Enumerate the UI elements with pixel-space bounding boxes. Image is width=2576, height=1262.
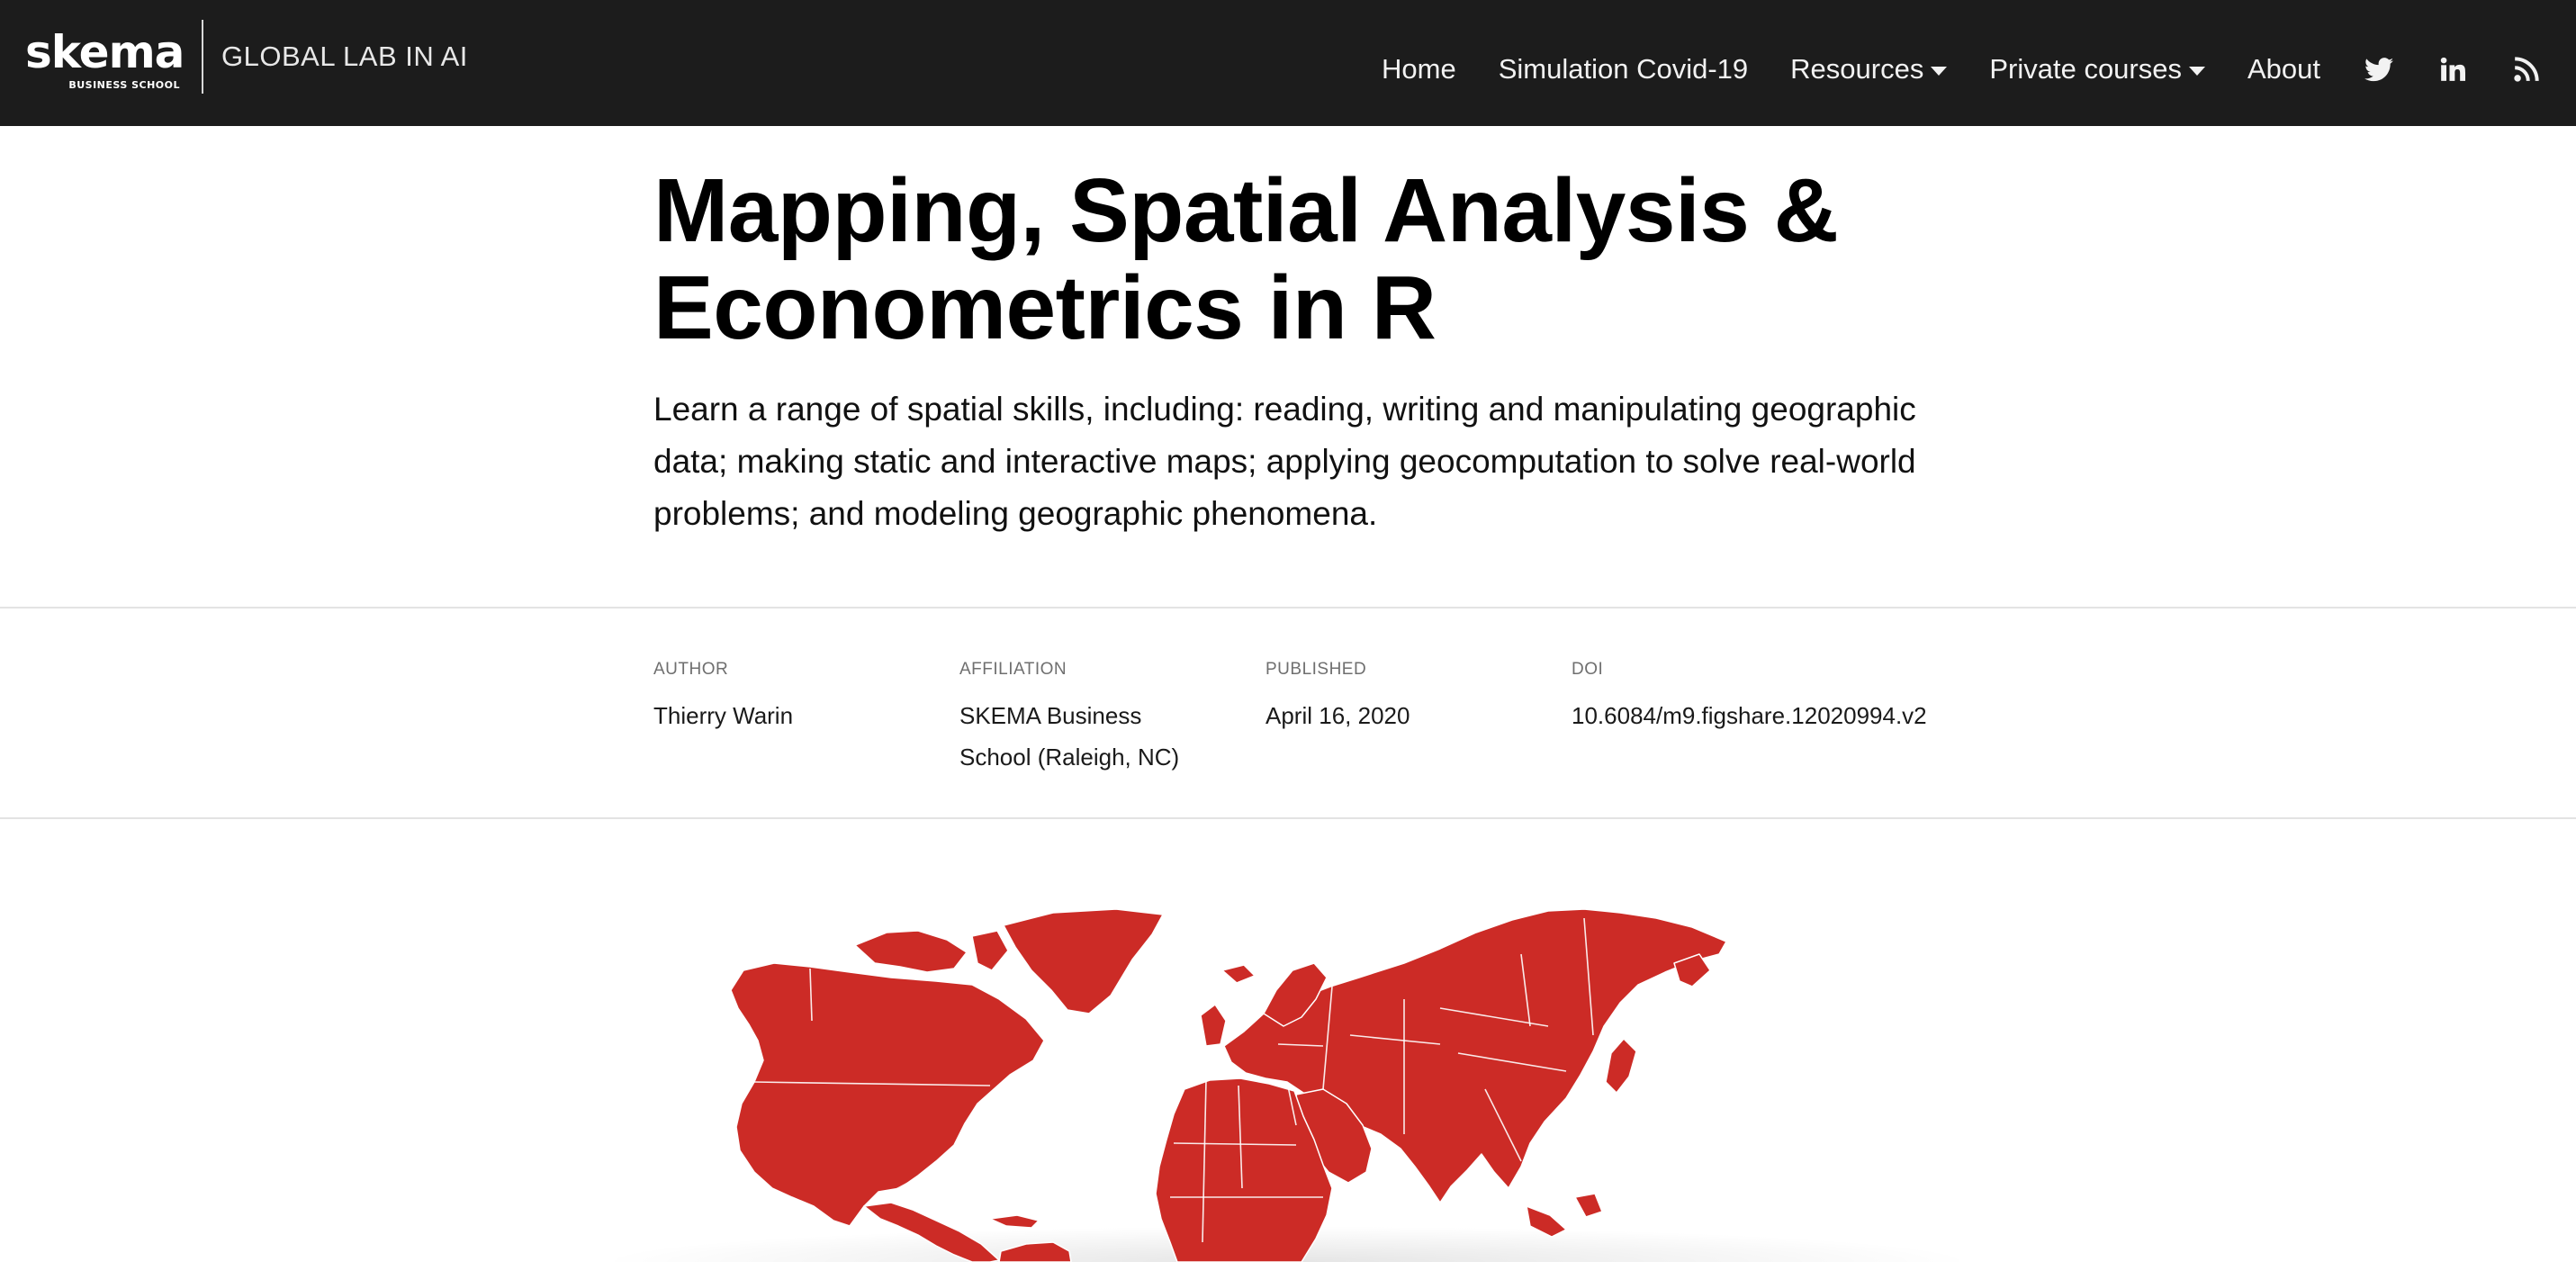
nav-menu: Home Simulation Covid-19 Resources Priva…: [1339, 47, 2542, 92]
meta-published: PUBLISHED April 16, 2020: [1265, 659, 1572, 778]
page-title: Mapping, Spatial Analysis & Econometrics…: [653, 160, 1839, 358]
arctic-islands-shape: [854, 930, 968, 973]
caret-down-icon: [2188, 67, 2205, 76]
meta-label: DOI: [1572, 660, 1604, 679]
meta-affiliation: AFFILIATION SKEMA Business School (Ralei…: [959, 659, 1265, 778]
nav-link-label: Home: [1382, 53, 1456, 85]
meta-doi: DOI 10.6084/m9.figshare.12020994.v2: [1572, 659, 1927, 778]
nav-link-label: Private courses: [1989, 53, 2182, 85]
twitter-icon[interactable]: [2364, 54, 2394, 85]
nav-dropdown-resources[interactable]: Resources: [1790, 53, 1948, 86]
caribbean-shape: [989, 1214, 1040, 1229]
nav-dropdown-private-courses[interactable]: Private courses: [1989, 53, 2205, 86]
doi-link[interactable]: 10.6084/m9.figshare.12020994.v2: [1572, 695, 1927, 736]
uk-shape: [1200, 1004, 1227, 1047]
nav-link-label: Resources: [1790, 53, 1924, 85]
meta-label: PUBLISHED: [1265, 660, 1367, 679]
nav-link-label: About: [2247, 53, 2320, 85]
nav-link-label: Simulation Covid-19: [1498, 53, 1749, 85]
world-map-figure: [0, 819, 2576, 1262]
author-name: Thierry Warin: [653, 702, 794, 729]
site-title[interactable]: GLOBAL LAB IN AI: [221, 41, 468, 73]
central-america-shape: [863, 1202, 1000, 1262]
nav-link-home[interactable]: Home: [1382, 53, 1456, 86]
southeast-asia-shape: [1574, 1193, 1603, 1218]
brand[interactable]: skema BUSINESS SCHOOL GLOBAL LAB IN AI: [25, 20, 468, 94]
linkedin-icon[interactable]: [2437, 54, 2468, 85]
rss-icon[interactable]: [2511, 54, 2542, 85]
affiliation-name[interactable]: SKEMA Business School (Raleigh, NC): [959, 695, 1193, 778]
logo-subtext: BUSINESS SCHOOL: [68, 79, 180, 91]
top-navbar: skema BUSINESS SCHOOL GLOBAL LAB IN AI H…: [0, 0, 2576, 126]
article-header: Mapping, Spatial Analysis & Econometrics…: [653, 162, 1986, 540]
south-america-shape: [998, 1241, 1072, 1262]
published-date: April 16, 2020: [1265, 702, 1410, 729]
meta-label: AUTHOR: [653, 660, 729, 679]
world-map: [730, 908, 1727, 1262]
article-metadata: AUTHOR Thierry Warin AFFILIATION SKEMA B…: [653, 659, 1927, 778]
logo-wordmark: skema: [25, 26, 185, 78]
caret-down-icon: [1931, 67, 1948, 76]
nav-link-simulation-covid[interactable]: Simulation Covid-19: [1499, 53, 1748, 86]
map-land: [730, 908, 1727, 1262]
meta-label: AFFILIATION: [959, 660, 1067, 679]
southeast-asia-shape: [1526, 1205, 1567, 1238]
arctic-islands-shape: [971, 930, 1009, 971]
iceland-shape: [1221, 964, 1256, 984]
skema-logo[interactable]: skema BUSINESS SCHOOL: [25, 20, 185, 94]
country-border-line: [977, 1103, 1000, 1108]
brand-divider: [202, 20, 203, 94]
article-description: Learn a range of spatial skills, includi…: [653, 391, 1916, 532]
north-america-shape: [730, 962, 1045, 1227]
header-divider: [0, 607, 2576, 608]
japan-shape: [1605, 1038, 1637, 1094]
greenland-shape: [1003, 908, 1164, 1014]
meta-author: AUTHOR Thierry Warin: [653, 659, 959, 778]
nav-link-about[interactable]: About: [2247, 53, 2320, 86]
